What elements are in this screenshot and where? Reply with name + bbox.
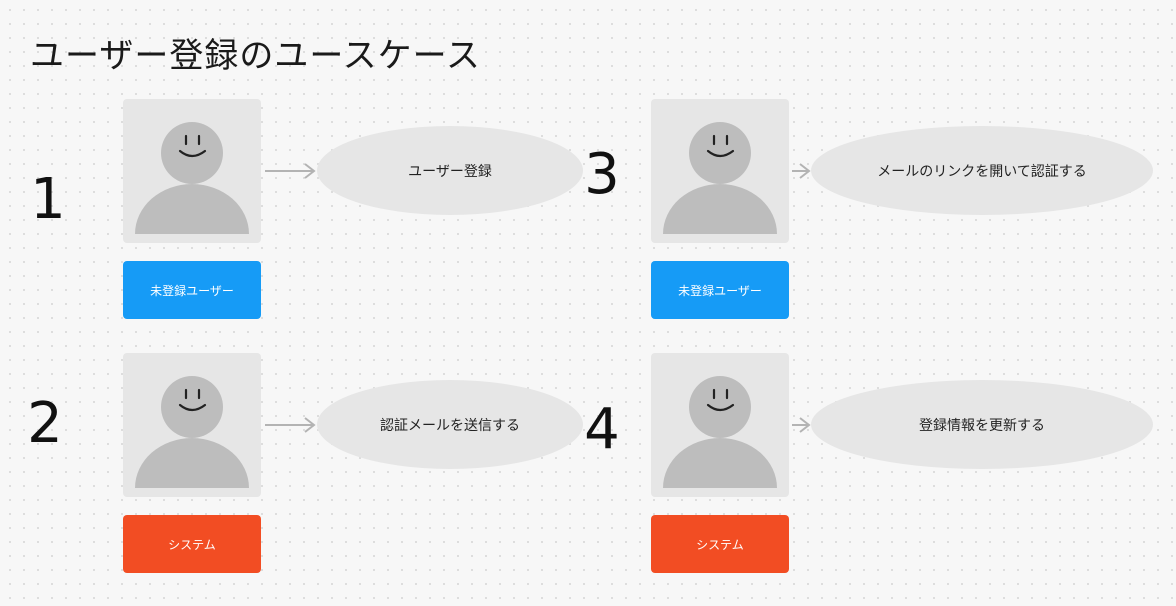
actor-role-badge: システム bbox=[123, 515, 261, 573]
actor-role-badge: 未登録ユーザー bbox=[123, 261, 261, 319]
person-icon bbox=[663, 376, 777, 488]
person-icon bbox=[135, 122, 249, 234]
usecase-ellipse: 認証メールを送信する bbox=[317, 380, 583, 469]
actor-avatar-card bbox=[123, 353, 261, 497]
usecase-ellipse: メールのリンクを開いて認証する bbox=[811, 126, 1153, 215]
person-icon bbox=[135, 376, 249, 488]
step-number: 2 bbox=[27, 391, 63, 456]
arrow-right-icon bbox=[265, 417, 316, 433]
arrow-right-icon bbox=[265, 163, 316, 179]
person-icon bbox=[663, 122, 777, 234]
usecase-ellipse: 登録情報を更新する bbox=[811, 380, 1153, 469]
step-number: 4 bbox=[584, 397, 620, 462]
actor-role-badge: 未登録ユーザー bbox=[651, 261, 789, 319]
step-number: 1 bbox=[30, 167, 66, 232]
step-number: 3 bbox=[584, 142, 620, 207]
actor-avatar-card bbox=[651, 99, 789, 243]
actor-role-badge: システム bbox=[651, 515, 789, 573]
diagram-title: ユーザー登録のユースケース bbox=[30, 36, 481, 76]
actor-avatar-card bbox=[651, 353, 789, 497]
actor-avatar-card bbox=[123, 99, 261, 243]
usecase-ellipse: ユーザー登録 bbox=[317, 126, 583, 215]
